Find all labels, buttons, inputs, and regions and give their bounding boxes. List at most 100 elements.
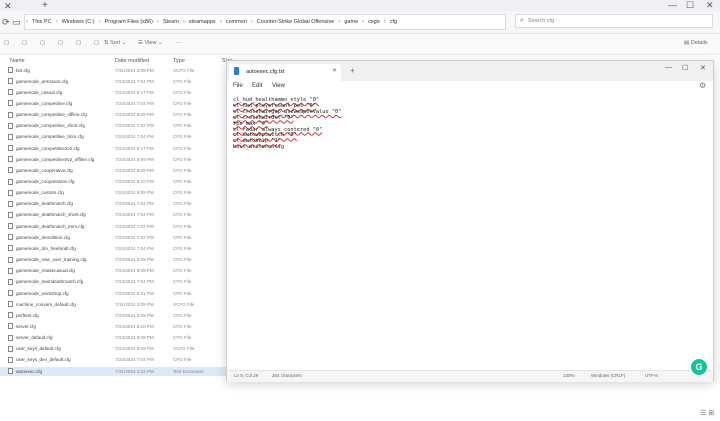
file-row[interactable]: gamemode_deathmatch.cfg 7/24/2024 7:04 PM… [0, 200, 226, 209]
breadcrumb-item[interactable]: Steam [160, 19, 182, 25]
file-icon [8, 312, 13, 319]
breadcrumb-item[interactable]: Program Files (x86) [102, 19, 156, 25]
file-icon [8, 334, 13, 341]
rename-icon[interactable]: ▢ [76, 40, 81, 47]
menu-view[interactable]: View [272, 83, 285, 89]
file-row[interactable]: gamemode_retakecasual.cfg 7/24/2024 8:09 … [0, 267, 226, 276]
delete-icon[interactable]: ▢ [94, 40, 99, 47]
file-date: 7/24/2024 8:09 PM [115, 156, 154, 162]
grammarly-icon[interactable]: G [691, 359, 707, 375]
file-icon [8, 345, 13, 352]
column-name[interactable]: Name [10, 58, 25, 64]
file-row[interactable]: gamemode_new_user_training.cfg 7/24/2024 … [0, 256, 226, 265]
new-tab-button[interactable]: + [350, 66, 355, 75]
column-date[interactable]: Date modified [115, 58, 149, 64]
minimize-button[interactable]: — [668, 1, 677, 10]
maximize-button[interactable]: ☐ [686, 1, 694, 10]
file-row[interactable]: gamemode_deathmatch_tmm.cfg 7/24/2024 7:0… [0, 222, 226, 231]
breadcrumb[interactable]: › This PC › Windows (C:) › Program Files (x86… [24, 14, 506, 30]
breadcrumb-item[interactable]: csgo [365, 19, 383, 25]
file-name: gamemode_armsrace.cfg [16, 78, 69, 84]
more-button[interactable]: ··· [176, 40, 182, 47]
file-row[interactable]: user_keys_default.cfg 7/24/2024 8:09 PM XC… [0, 345, 226, 354]
file-date: 7/24/2024 7:04 PM [115, 100, 154, 106]
file-row[interactable]: gamemode_demolition.cfg 7/24/2024 7:04 PM… [0, 233, 226, 242]
file-row[interactable]: perftest.cfg 7/24/2024 8:09 PM CFG File [0, 311, 226, 320]
tab-close-icon[interactable]: ✕ [4, 2, 12, 11]
breadcrumb-item[interactable]: game [341, 19, 361, 25]
file-row[interactable]: gamemode_dm_freeforall.cfg 7/24/2024 7:04… [0, 244, 226, 253]
close-icon[interactable]: ✕ [332, 67, 337, 74]
file-type: CFG File [173, 134, 192, 140]
details-button[interactable]: ▤ Details [684, 40, 708, 47]
file-type: CFG File [173, 223, 192, 229]
status-zoom[interactable]: 100% [563, 373, 575, 378]
breadcrumb-item[interactable]: Counter-Strike Global Offensive [254, 19, 338, 25]
file-row[interactable]: gamemode_workshop.cfg 7/24/2024 8:21 PM CF… [0, 289, 226, 298]
file-row[interactable]: gamemode_coopmission.cfg 7/24/2024 8:10 P… [0, 178, 226, 187]
file-type: CFG File [173, 335, 192, 341]
close-button[interactable]: ✕ [706, 1, 714, 10]
breadcrumb-item[interactable]: Windows (C:) [59, 19, 98, 25]
file-type: CFG File [173, 100, 192, 106]
file-icon [8, 111, 13, 118]
file-icon [8, 100, 13, 107]
details-view-icon[interactable]: ☰ [700, 410, 706, 417]
file-row[interactable]: gamemode_armsrace.cfg 7/24/2024 7:04 PM CF… [0, 77, 226, 86]
file-row[interactable]: gamemode_cooperative.cfg 7/24/2024 8:09 P… [0, 166, 226, 175]
file-icon [8, 234, 13, 241]
file-row[interactable]: machine_convars_default.cfg 7/31/2024 3:0… [0, 300, 226, 309]
file-row[interactable]: user_keys_dev_default.cfg 7/24/2024 7:04 … [0, 356, 226, 365]
menu-edit[interactable]: Edit [252, 83, 262, 89]
status-line-ending[interactable]: Windows (CRLF) [591, 373, 625, 378]
maximize-button[interactable]: ☐ [682, 64, 688, 72]
breadcrumb-item[interactable]: This PC [29, 19, 55, 25]
new-icon[interactable]: ▢ [4, 40, 9, 47]
monitor-icon[interactable]: ▭ [12, 17, 21, 27]
file-row[interactable]: gamemode_competitive_offline.cfg 7/24/202… [0, 111, 226, 120]
column-type[interactable]: Type [173, 58, 185, 64]
file-name: gamemode_teamdeathmatch.cfg [16, 279, 84, 285]
new-tab-button[interactable]: + [42, 1, 48, 11]
file-row[interactable]: server_default.cfg 7/24/2024 8:09 PM CFG F… [0, 334, 226, 343]
file-date: 7/24/2024 7:04 PM [115, 223, 154, 229]
status-encoding[interactable]: UTF-8 [645, 373, 658, 378]
text-editor[interactable]: cl_hud_healthammo_style "0" cl_hud_player… [233, 97, 693, 151]
minimize-button[interactable]: — [665, 64, 672, 71]
file-icon [8, 189, 13, 196]
close-button[interactable]: ✕ [700, 64, 706, 72]
view-button[interactable]: ☰ View ⌄ [138, 40, 162, 47]
file-row[interactable]: server.cfg 7/24/2024 8:10 PM CFG File [0, 322, 226, 331]
file-row[interactable]: gamemode_competitive2v2_offline.cfg 7/24/… [0, 155, 226, 164]
file-name: gamemode_deathmatch_short.cfg [16, 212, 86, 218]
file-row[interactable]: gamemode_casual.cfg 7/24/2024 8:17 PM CFG … [0, 88, 226, 97]
file-row[interactable]: gamemode_competitive2v2.cfg 7/24/2024 8:1… [0, 144, 226, 153]
breadcrumb-item[interactable]: cfg [387, 19, 400, 25]
file-row[interactable]: gamemode_competitive_tmm.cfg 7/24/2024 7:… [0, 133, 226, 142]
file-row[interactable]: gamemode_competitive_short.cfg 7/24/2024 … [0, 122, 226, 131]
file-name: gamemode_competitive.cfg [16, 100, 73, 106]
file-date: 7/24/2024 8:09 PM [115, 167, 154, 173]
cut-icon[interactable]: ▢ [22, 40, 27, 47]
menu-file[interactable]: File [233, 83, 243, 89]
refresh-icon[interactable]: ⟳ [2, 17, 10, 27]
breadcrumb-item[interactable]: steamapps [186, 19, 219, 25]
file-row[interactable]: gamemode_custom.cfg 7/24/2024 8:09 PM CFG … [0, 189, 226, 198]
copy-icon[interactable]: ▢ [40, 40, 45, 47]
file-row[interactable]: bot.cfg 7/31/2024 3:09 PM XCFG File [0, 66, 226, 75]
gear-icon[interactable]: ⚙ [699, 81, 706, 90]
file-row[interactable]: gamemode_teamdeathmatch.cfg 7/24/2024 7:0… [0, 278, 226, 287]
file-type: CFG File [173, 290, 192, 296]
sort-button[interactable]: ⇅ Sort ⌄ [104, 40, 126, 47]
search-input[interactable]: ⌕ Search cfg [515, 14, 713, 28]
paste-icon[interactable]: ▢ [58, 40, 63, 47]
file-row[interactable]: autoexec.cfg 7/31/2024 4:23 PM Text Docume… [0, 367, 226, 377]
file-icon [8, 133, 13, 140]
file-row[interactable]: gamemode_deathmatch_short.cfg 7/24/2024 7… [0, 211, 226, 220]
file-icon [8, 78, 13, 85]
file-date: 7/24/2024 8:17 PM [115, 145, 154, 151]
file-icon [8, 301, 13, 308]
tiles-view-icon[interactable]: ⊞ [708, 410, 714, 417]
breadcrumb-item[interactable]: common [223, 19, 250, 25]
file-row[interactable]: gamemode_competitive.cfg 7/24/2024 7:04 P… [0, 99, 226, 108]
